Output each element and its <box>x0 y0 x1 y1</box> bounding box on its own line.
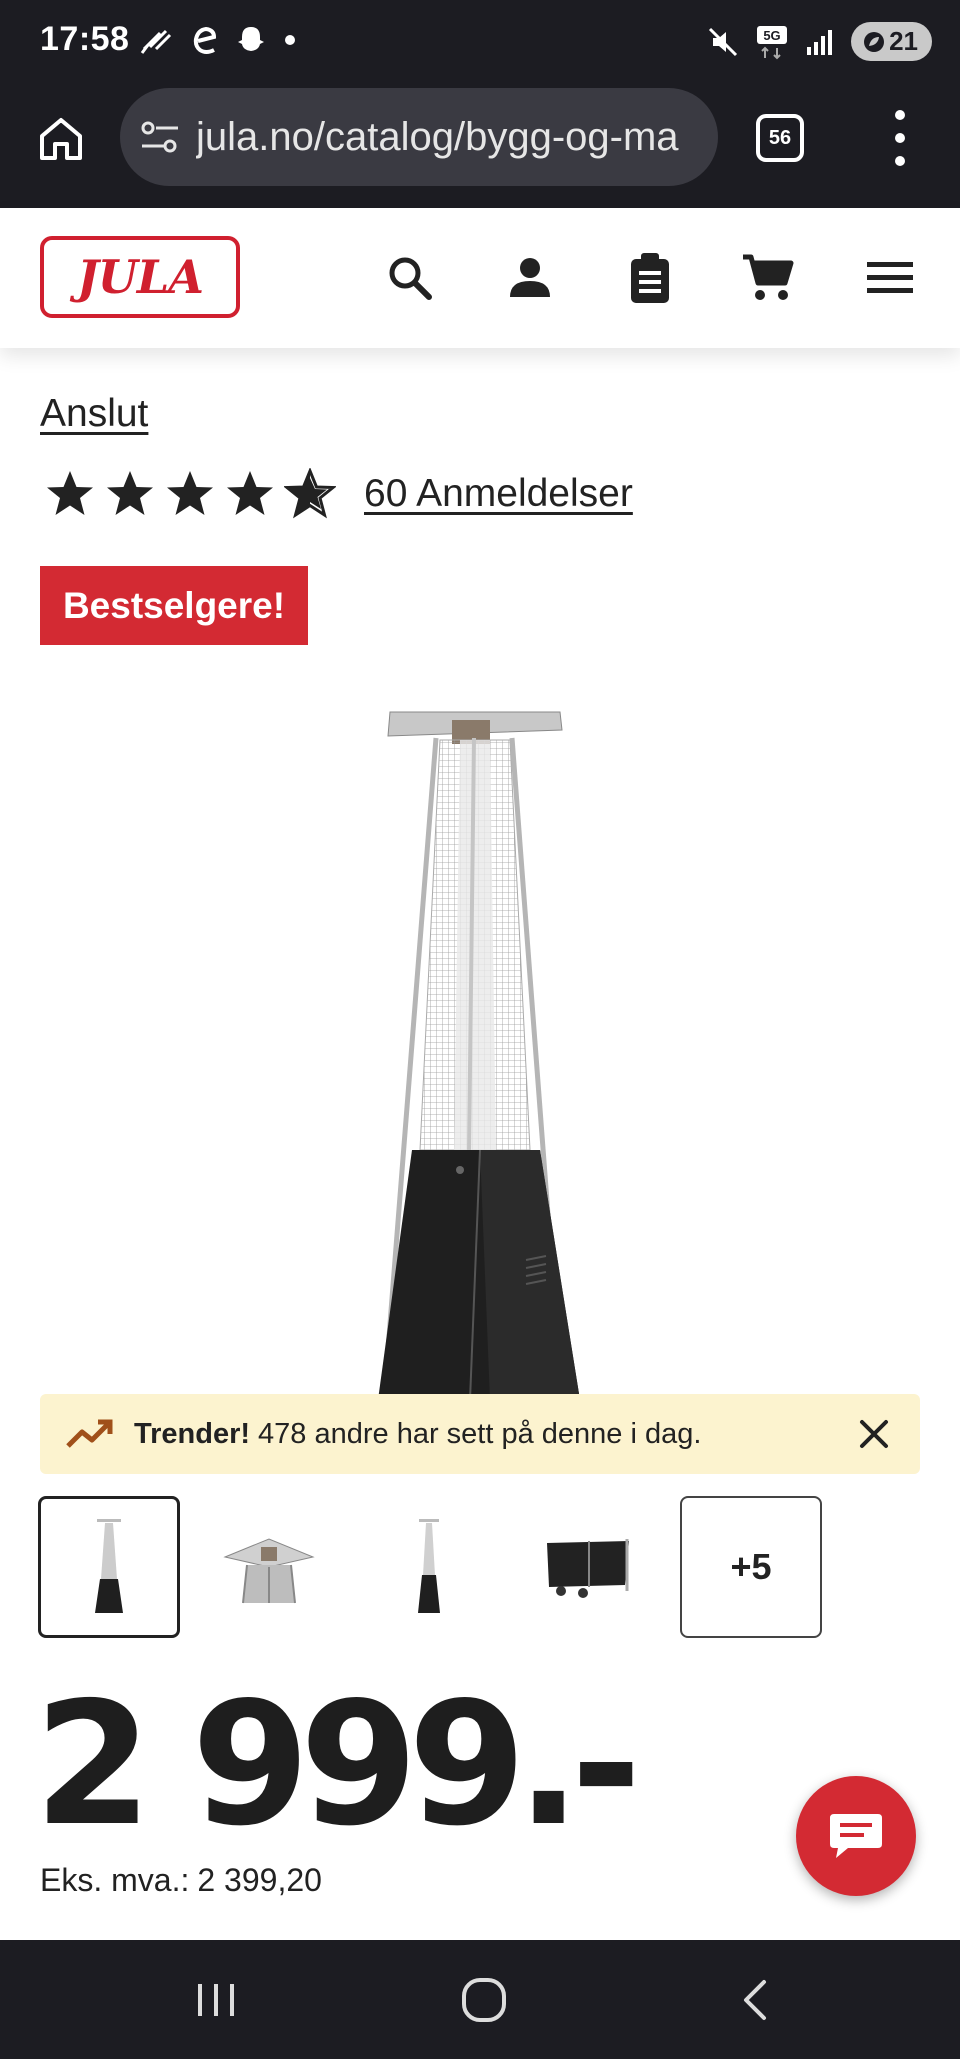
trend-heading: Trender! <box>134 1417 251 1450</box>
rating-row[interactable]: 60 Anmeldelser <box>44 468 633 520</box>
5g-icon: 5G <box>757 25 788 59</box>
account-icon[interactable] <box>502 250 558 306</box>
logo-text: JULA <box>77 250 204 304</box>
battery-leaf-icon <box>864 31 885 52</box>
star-icon <box>107 471 153 515</box>
e-icon <box>193 26 217 54</box>
price-ex-vat: Eks. mva.: 2 399,20 <box>40 1862 322 1899</box>
jula-logo[interactable]: JULA <box>40 236 240 318</box>
chat-button[interactable] <box>796 1776 916 1896</box>
product-title[interactable]: Anslut <box>40 392 148 436</box>
trending-up-icon <box>66 1419 113 1448</box>
star-half-icon <box>284 468 336 519</box>
product-image[interactable] <box>340 700 620 1400</box>
reviews-link[interactable]: 60 Anmeldelser <box>364 472 633 516</box>
status-notification-icons <box>140 24 296 56</box>
battery-level: 21 <box>889 26 918 56</box>
svg-text:5G: 5G <box>763 28 780 43</box>
chat-icon <box>830 1814 882 1858</box>
bestseller-badge: Bestselgere! <box>40 566 308 645</box>
rating-stars <box>44 468 336 520</box>
thumb-heater-full[interactable] <box>38 1496 180 1638</box>
more-vert-icon[interactable] <box>890 110 910 166</box>
trend-text: 478 andre har sett på denne i dag. <box>258 1417 702 1450</box>
close-icon[interactable] <box>854 1414 894 1454</box>
site-header: JULA <box>0 208 960 348</box>
trend-banner: Trender! 478 andre har sett på denne i d… <box>40 1394 920 1474</box>
back-icon[interactable] <box>724 1970 784 2030</box>
browser-toolbar: jula.no/catalog/bygg-og-ma 56 <box>0 86 960 208</box>
feather-icon <box>140 29 172 54</box>
status-system-icons: 5G 21 <box>707 22 932 61</box>
system-nav-bar <box>0 1940 960 2059</box>
price: 2 999.- <box>34 1666 641 1864</box>
status-time: 17:58 <box>40 20 130 58</box>
status-bar: 17:58 5G 21 <box>0 0 960 86</box>
thumbnail-strip: +5 <box>38 1496 938 1638</box>
dot-icon <box>285 35 295 45</box>
search-icon[interactable] <box>382 250 438 306</box>
snapchat-ghost-icon <box>238 27 264 51</box>
ex-vat-value: 2 399,20 <box>197 1862 322 1898</box>
url-text[interactable]: jula.no/catalog/bygg-og-ma <box>196 115 696 160</box>
hamburger-menu-icon[interactable] <box>862 250 918 306</box>
home-icon[interactable] <box>36 114 86 164</box>
ex-vat-label: Eks. mva.: <box>40 1862 190 1898</box>
recent-apps-icon[interactable] <box>186 1970 246 2030</box>
clipboard-icon[interactable] <box>622 250 678 306</box>
star-icon <box>227 471 273 515</box>
tabs-icon[interactable]: 56 <box>756 114 804 162</box>
thumb-heater-base[interactable] <box>518 1496 660 1638</box>
signal-icon <box>807 29 833 55</box>
star-icon <box>167 471 213 515</box>
more-images-button[interactable]: +5 <box>680 1496 822 1638</box>
address-bar[interactable]: jula.no/catalog/bygg-og-ma <box>120 88 718 186</box>
mute-icon <box>709 27 738 56</box>
star-icon <box>47 471 93 515</box>
home-circle-icon[interactable] <box>454 1970 514 2030</box>
battery-indicator: 21 <box>851 22 932 61</box>
thumb-heater-small[interactable] <box>358 1496 500 1638</box>
tune-icon[interactable] <box>138 115 182 159</box>
cart-icon[interactable] <box>740 250 796 306</box>
thumb-heater-top[interactable] <box>198 1496 340 1638</box>
